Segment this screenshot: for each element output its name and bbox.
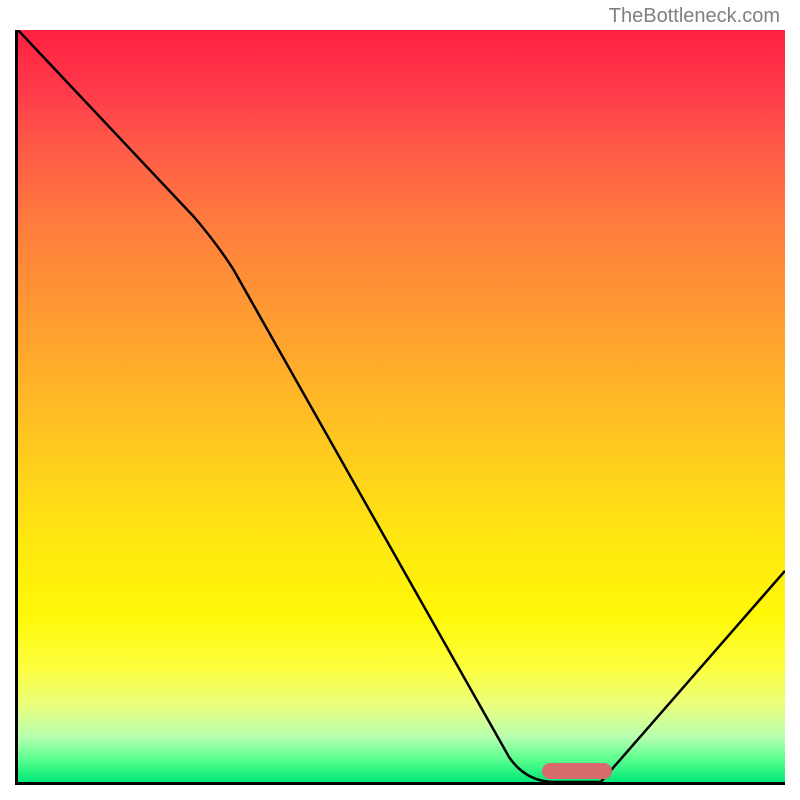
chart-plot-area xyxy=(15,30,785,785)
optimal-marker xyxy=(542,763,612,779)
chart-gradient-background xyxy=(18,30,785,782)
watermark-text: TheBottleneck.com xyxy=(609,5,780,28)
